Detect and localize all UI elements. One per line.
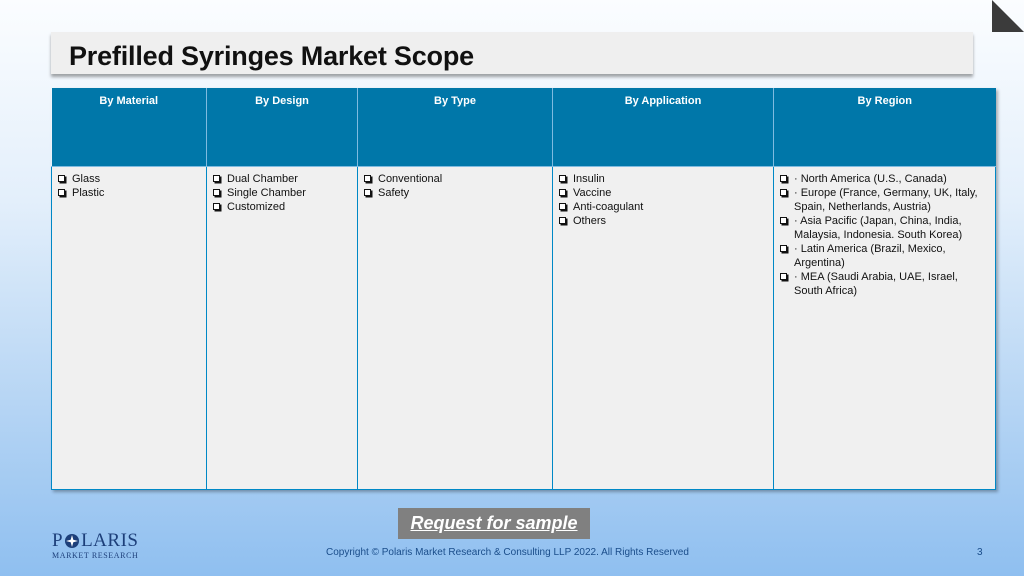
market-scope-table: By Material By Design By Type By Applica… [51, 88, 996, 490]
checkbox-bullet-icon [58, 188, 65, 196]
design-cell: Dual Chamber Single Chamber Customized [206, 166, 358, 490]
logo-wordmark: P LARIS [52, 531, 138, 551]
checkbox-bullet-icon [559, 188, 566, 196]
checkbox-bullet-icon [364, 174, 371, 182]
header-by-type: By Type [357, 88, 553, 167]
table-header-row: By Material By Design By Type By Applica… [51, 88, 996, 167]
checkbox-bullet-icon [780, 188, 787, 196]
region-list: · North America (U.S., Canada) · Europe … [780, 172, 989, 298]
region-cell: · North America (U.S., Canada) · Europe … [773, 166, 996, 490]
list-item: · Europe (France, Germany, UK, Italy, Sp… [780, 186, 989, 214]
list-item: Anti-coagulant [559, 200, 767, 214]
header-by-design: By Design [206, 88, 358, 167]
checkbox-bullet-icon [213, 174, 220, 182]
list-item-label: Conventional [378, 172, 443, 185]
list-item-label: Glass [72, 172, 101, 185]
table-row: Glass Plastic Dual Chamber Single Chambe… [51, 166, 996, 490]
checkbox-bullet-icon [559, 216, 566, 224]
list-item: Glass [58, 172, 200, 186]
logo-tagline: MARKET RESEARCH [52, 551, 139, 560]
list-item: · North America (U.S., Canada) [780, 172, 989, 186]
design-list: Dual Chamber Single Chamber Customized [213, 172, 351, 214]
title-bar: Prefilled Syringes Market Scope [51, 32, 973, 74]
checkbox-bullet-icon [213, 202, 220, 210]
checkbox-bullet-icon [559, 174, 566, 182]
corner-fold-icon [992, 0, 1024, 32]
list-item: · Asia Pacific (Japan, China, India, Mal… [780, 214, 989, 242]
list-item: Plastic [58, 186, 200, 200]
type-cell: Conventional Safety [357, 166, 553, 490]
list-item-label: · North America (U.S., Canada) [794, 172, 947, 185]
list-item-label: Plastic [72, 186, 105, 199]
list-item: Single Chamber [213, 186, 351, 200]
checkbox-bullet-icon [780, 216, 787, 224]
polaris-logo[interactable]: P LARIS MARKET RESEARCH [52, 531, 139, 561]
checkbox-bullet-icon [780, 174, 787, 182]
list-item: · MEA (Saudi Arabia, UAE, Israel, South … [780, 270, 989, 298]
list-item-label: · Europe (France, Germany, UK, Italy, Sp… [794, 186, 978, 213]
list-item: Customized [213, 200, 351, 214]
list-item: Conventional [364, 172, 546, 186]
logo-letters-laris: LARIS [81, 530, 139, 551]
checkbox-bullet-icon [780, 272, 787, 280]
list-item: Others [559, 214, 767, 228]
material-list: Glass Plastic [58, 172, 200, 200]
list-item: · Latin America (Brazil, Mexico, Argenti… [780, 242, 989, 270]
header-by-material: By Material [51, 88, 207, 167]
page-number: 3 [977, 547, 983, 558]
list-item: Insulin [559, 172, 767, 186]
logo-letter-p: P [52, 530, 64, 551]
list-item-label: Single Chamber [227, 186, 306, 199]
page-title: Prefilled Syringes Market Scope [69, 41, 474, 71]
polaris-star-icon [65, 534, 80, 548]
checkbox-bullet-icon [213, 188, 220, 196]
application-list: Insulin Vaccine Anti-coagulant Others [559, 172, 767, 228]
request-sample-button[interactable]: Request for sample [398, 508, 590, 539]
list-item-label: · Asia Pacific (Japan, China, India, Mal… [794, 214, 963, 241]
header-by-region: By Region [773, 88, 996, 167]
checkbox-bullet-icon [58, 174, 65, 182]
checkbox-bullet-icon [364, 188, 371, 196]
checkbox-bullet-icon [559, 202, 566, 210]
checkbox-bullet-icon [780, 244, 787, 252]
list-item-label: Dual Chamber [227, 172, 298, 185]
material-cell: Glass Plastic [51, 166, 207, 490]
application-cell: Insulin Vaccine Anti-coagulant Others [552, 166, 774, 490]
list-item: Vaccine [559, 186, 767, 200]
list-item: Dual Chamber [213, 172, 351, 186]
list-item-label: Vaccine [573, 186, 612, 199]
list-item-label: · Latin America (Brazil, Mexico, Argenti… [794, 242, 946, 269]
list-item-label: · MEA (Saudi Arabia, UAE, Israel, South … [794, 270, 958, 297]
list-item-label: Safety [378, 186, 410, 199]
list-item: Safety [364, 186, 546, 200]
type-list: Conventional Safety [364, 172, 546, 200]
list-item-label: Customized [227, 200, 286, 213]
header-by-application: By Application [552, 88, 774, 167]
copyright-text: Copyright © Polaris Market Research & Co… [326, 547, 689, 558]
list-item-label: Others [573, 214, 607, 227]
list-item-label: Anti-coagulant [573, 200, 644, 213]
list-item-label: Insulin [573, 172, 605, 185]
